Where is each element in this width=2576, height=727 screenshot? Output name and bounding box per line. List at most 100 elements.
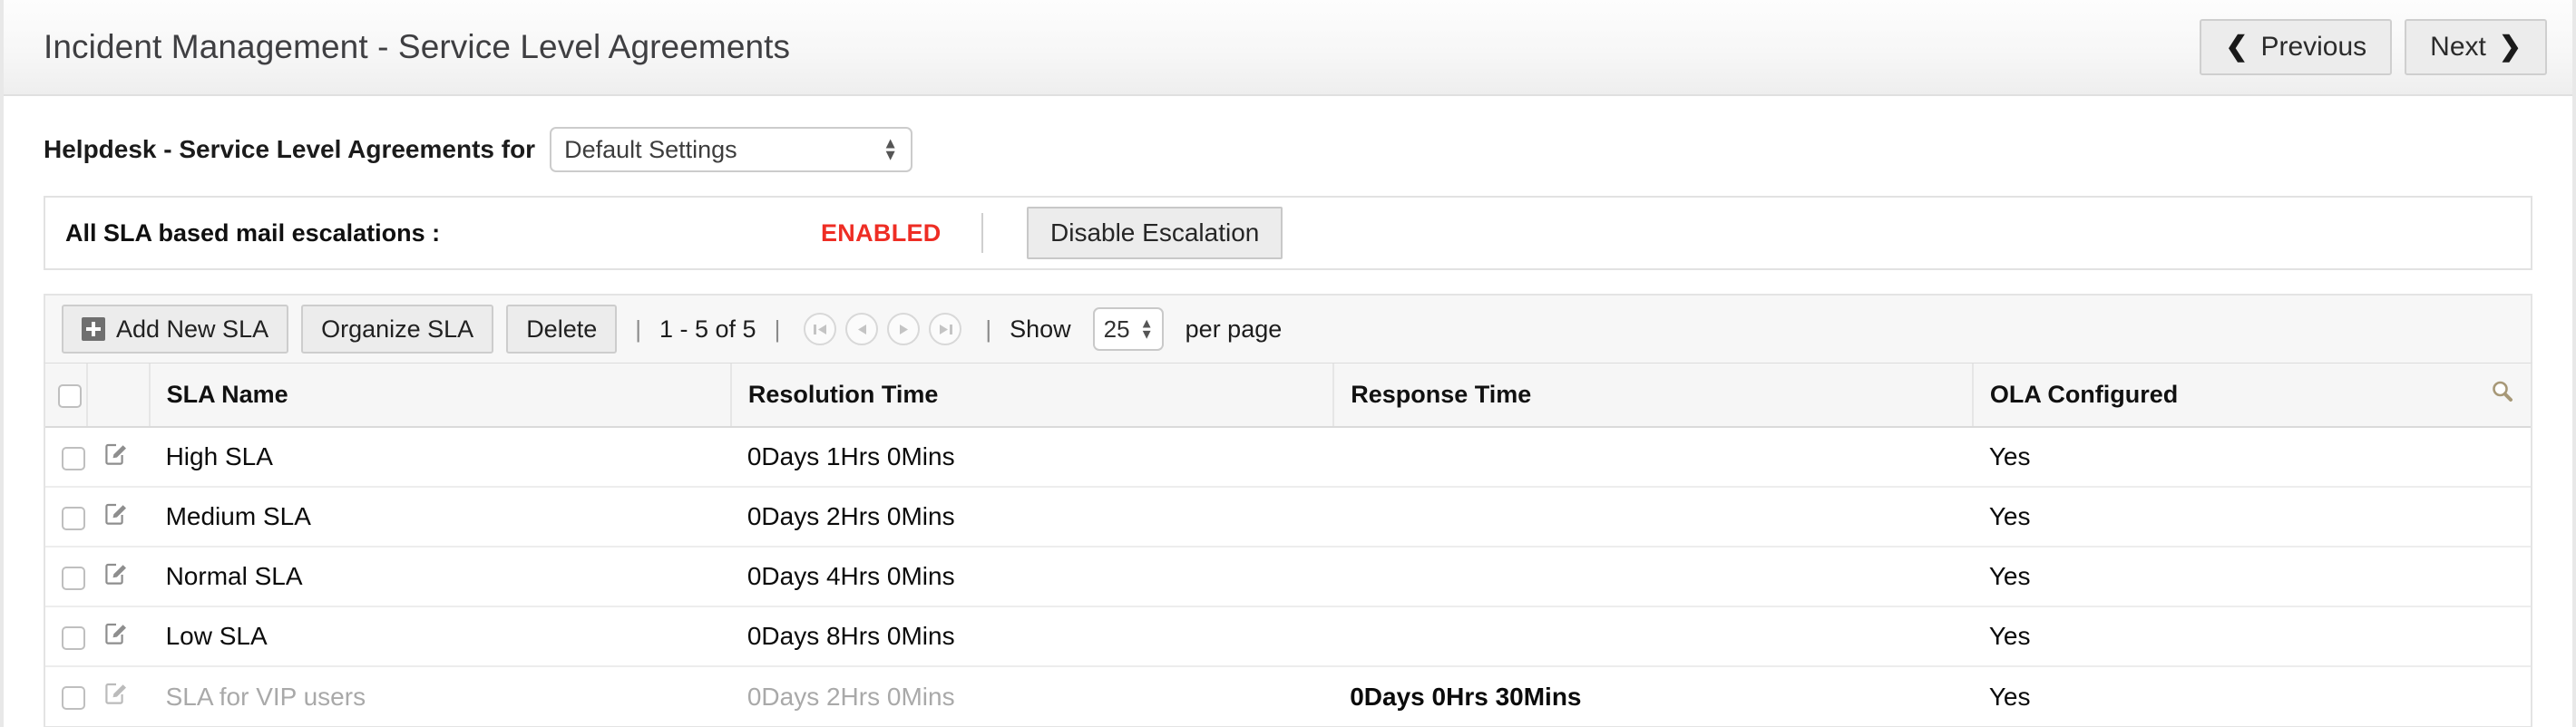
row-checkbox[interactable]: [62, 686, 85, 710]
table-header-row: SLA Name Resolution Time Response Time O…: [45, 364, 2531, 427]
settings-row: Helpdesk - Service Level Agreements for …: [4, 96, 2572, 196]
sla-table: SLA Name Resolution Time Response Time O…: [45, 364, 2531, 726]
table-row[interactable]: SLA for VIP users0Days 2Hrs 0Mins0Days 0…: [45, 666, 2531, 726]
edit-sla-icon[interactable]: [103, 681, 129, 712]
last-page-button[interactable]: [929, 313, 961, 345]
row-checkbox[interactable]: [62, 447, 85, 470]
table-row[interactable]: Medium SLA0Days 2Hrs 0Mins Yes: [45, 487, 2531, 547]
cell-resolution-time: 0Days 4Hrs 0Mins: [731, 547, 1333, 606]
select-all-checkbox[interactable]: [58, 384, 82, 408]
select-arrows-icon: ▲▼: [1140, 320, 1154, 339]
previous-button-label: Previous: [2260, 32, 2366, 63]
cell-ola-configured: Yes: [1973, 606, 2531, 666]
edit-icon: [103, 441, 129, 467]
settings-select-value: Default Settings: [564, 136, 737, 164]
toolbar-separator-count: |: [775, 315, 781, 344]
chevron-left-icon: ❮: [2225, 34, 2248, 61]
table-row[interactable]: High SLA0Days 1Hrs 0Mins Yes: [45, 427, 2531, 487]
column-header-response-time[interactable]: Response Time: [1333, 364, 1973, 427]
escalation-divider: [981, 213, 983, 253]
first-page-icon: [813, 323, 828, 336]
show-label: Show: [1010, 315, 1071, 344]
row-select-cell: [45, 606, 87, 666]
add-new-sla-button[interactable]: Add New SLA: [62, 305, 288, 354]
toolbar-separator-right: |: [985, 315, 991, 344]
row-select-cell: [45, 487, 87, 547]
previous-button[interactable]: ❮ Previous: [2200, 19, 2392, 75]
next-page-icon: [896, 323, 912, 336]
record-count-label: 1 - 5 of 5: [659, 315, 756, 344]
chevron-right-icon: ❯: [2499, 34, 2522, 61]
last-page-icon: [938, 323, 953, 336]
edit-icon: [103, 501, 129, 527]
cell-resolution-time: 0Days 2Hrs 0Mins: [731, 487, 1333, 547]
disable-escalation-button[interactable]: Disable Escalation: [1027, 207, 1283, 259]
cell-response-time: 0Days 0Hrs 30Mins: [1333, 666, 1973, 726]
row-checkbox[interactable]: [62, 567, 85, 590]
plus-square-icon: [82, 317, 105, 341]
table-toolbar: Add New SLA Organize SLA Delete | 1 - 5 …: [44, 294, 2532, 363]
header-nav-buttons: ❮ Previous Next ❯: [2200, 19, 2547, 75]
edit-icon: [103, 561, 129, 586]
edit-icon: [103, 621, 129, 646]
cell-response-time: [1333, 487, 1973, 547]
cell-resolution-time: 0Days 1Hrs 0Mins: [731, 427, 1333, 487]
row-checkbox[interactable]: [62, 626, 85, 650]
next-page-button[interactable]: [887, 313, 920, 345]
select-arrows-icon: ▲▼: [883, 139, 898, 160]
cell-ola-configured: Yes: [1973, 547, 2531, 606]
next-button-label: Next: [2430, 32, 2486, 63]
page-size-select[interactable]: 25 ▲▼: [1093, 307, 1164, 351]
column-header-ola-configured[interactable]: OLA Configured: [1973, 364, 2531, 427]
cell-ola-configured: Yes: [1973, 427, 2531, 487]
pagination-controls: [804, 313, 961, 345]
row-edit-cell: [87, 666, 149, 726]
previous-page-icon: [854, 323, 870, 336]
magnifier-icon[interactable]: [2489, 378, 2516, 412]
cell-sla-name: High SLA: [150, 427, 731, 487]
cell-resolution-time: 0Days 8Hrs 0Mins: [731, 606, 1333, 666]
cell-sla-name: Normal SLA: [150, 547, 731, 606]
toolbar-separator-left: |: [635, 315, 641, 344]
escalation-panel: All SLA based mail escalations : ENABLED…: [44, 196, 2532, 270]
cell-response-time: [1333, 427, 1973, 487]
add-new-sla-label: Add New SLA: [116, 315, 268, 344]
settings-select[interactable]: Default Settings ▲▼: [550, 127, 912, 172]
column-header-sla-name[interactable]: SLA Name: [150, 364, 731, 427]
cell-resolution-time: 0Days 2Hrs 0Mins: [731, 666, 1333, 726]
next-button[interactable]: Next ❯: [2405, 19, 2547, 75]
settings-label: Helpdesk - Service Level Agreements for: [44, 135, 535, 164]
cell-ola-configured: Yes: [1973, 487, 2531, 547]
row-edit-cell: [87, 606, 149, 666]
escalation-label: All SLA based mail escalations :: [65, 219, 440, 247]
cell-response-time: [1333, 547, 1973, 606]
row-edit-cell: [87, 427, 149, 487]
row-checkbox[interactable]: [62, 507, 85, 530]
cell-sla-name: Medium SLA: [150, 487, 731, 547]
first-page-button[interactable]: [804, 313, 836, 345]
edit-sla-icon[interactable]: [103, 501, 129, 533]
page-title: Incident Management - Service Level Agre…: [44, 28, 790, 66]
row-select-cell: [45, 666, 87, 726]
row-select-cell: [45, 427, 87, 487]
edit-icon: [103, 681, 129, 706]
edit-sla-icon[interactable]: [103, 621, 129, 653]
cell-ola-configured: Yes: [1973, 666, 2531, 726]
organize-sla-button[interactable]: Organize SLA: [301, 305, 493, 354]
previous-page-button[interactable]: [845, 313, 878, 345]
row-select-cell: [45, 547, 87, 606]
page-size-value: 25: [1104, 315, 1130, 344]
edit-column-header: [87, 364, 149, 427]
table-row[interactable]: Low SLA0Days 8Hrs 0Mins Yes: [45, 606, 2531, 666]
per-page-label: per page: [1186, 315, 1283, 344]
table-row[interactable]: Normal SLA0Days 4Hrs 0Mins Yes: [45, 547, 2531, 606]
edit-sla-icon[interactable]: [103, 441, 129, 473]
column-header-resolution-time[interactable]: Resolution Time: [731, 364, 1333, 427]
select-all-header: [45, 364, 87, 427]
cell-response-time: [1333, 606, 1973, 666]
column-header-ola-label: OLA Configured: [1990, 381, 2178, 408]
edit-sla-icon[interactable]: [103, 561, 129, 593]
delete-button[interactable]: Delete: [506, 305, 617, 354]
cell-sla-name: Low SLA: [150, 606, 731, 666]
sla-table-container: SLA Name Resolution Time Response Time O…: [44, 363, 2532, 727]
